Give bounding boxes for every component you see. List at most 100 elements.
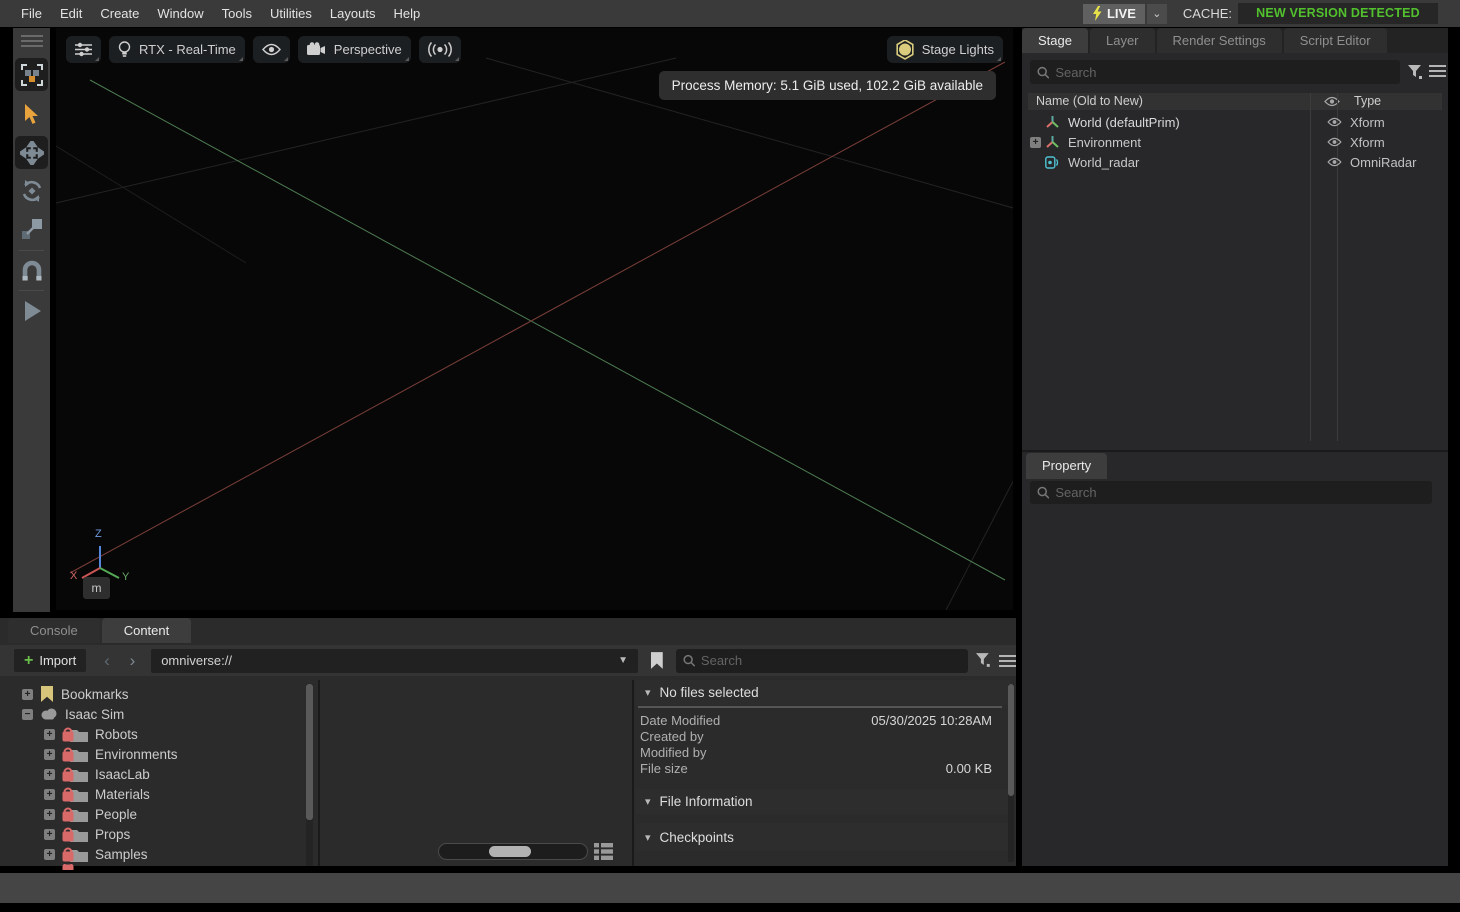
eye-icon[interactable] xyxy=(1327,137,1342,147)
expand-icon[interactable]: + xyxy=(44,749,55,760)
tree-scrollbar[interactable] xyxy=(306,684,313,866)
tree-item-people[interactable]: + People xyxy=(8,804,308,824)
field-value: 05/30/2025 10:28AM xyxy=(871,713,992,728)
menu-item-help[interactable]: Help xyxy=(384,0,429,27)
stage-row-world[interactable]: World (defaultPrim) Xform xyxy=(1028,112,1442,132)
expand-icon[interactable]: + xyxy=(44,769,55,780)
section-label: File Information xyxy=(660,794,753,809)
address-dropdown-icon[interactable]: ▼ xyxy=(618,655,628,666)
tree-item-bookmarks[interactable]: + Bookmarks xyxy=(8,684,308,704)
live-sync-button[interactable]: LIVE xyxy=(1083,4,1145,24)
viewport-3d[interactable]: RTX - Real-Time Perspective xyxy=(56,28,1013,610)
toolbar-drag-handle[interactable] xyxy=(21,35,43,47)
stage-row-environment[interactable]: + Environment Xform xyxy=(1028,132,1442,152)
snap-tool-button[interactable] xyxy=(15,254,48,287)
bookmark-icon[interactable] xyxy=(650,652,664,670)
eye-icon xyxy=(262,43,281,56)
tree-item-environments[interactable]: + Environments xyxy=(8,744,308,764)
menu-item-utilities[interactable]: Utilities xyxy=(261,0,321,27)
content-options-icon[interactable] xyxy=(999,652,1016,670)
tab-script-editor[interactable]: Script Editor xyxy=(1284,28,1387,53)
tab-stage[interactable]: Stage xyxy=(1022,28,1088,53)
content-search[interactable] xyxy=(676,649,969,673)
camera-icon xyxy=(307,42,326,57)
menu-item-tools[interactable]: Tools xyxy=(213,0,261,27)
address-input[interactable] xyxy=(161,653,618,668)
viewport-settings-button[interactable] xyxy=(66,36,101,63)
back-button[interactable]: ‹ xyxy=(94,651,120,671)
stage-row-world-radar[interactable]: World_radar OmniRadar xyxy=(1028,152,1442,172)
rotate-tool-button[interactable] xyxy=(15,174,48,207)
section-checkpoints[interactable]: ▾ Checkpoints xyxy=(636,823,1010,851)
selection-mode-button[interactable] xyxy=(15,58,48,91)
expand-icon[interactable]: + xyxy=(44,829,55,840)
tree-item-isaaclab[interactable]: + IsaacLab xyxy=(8,764,308,784)
tree-item-robots[interactable]: + Robots xyxy=(8,724,308,744)
right-panel: Stage Layer Render Settings Script Edito… xyxy=(1022,28,1448,866)
expand-icon[interactable]: + xyxy=(44,809,55,820)
live-dropdown-button[interactable]: ⌄ xyxy=(1147,4,1167,24)
tab-content[interactable]: Content xyxy=(102,618,192,643)
column-name[interactable]: Name (Old to New) xyxy=(1036,93,1143,110)
menu-item-edit[interactable]: Edit xyxy=(51,0,91,27)
tab-render-settings[interactable]: Render Settings xyxy=(1157,28,1282,53)
axis-gizmo[interactable]: Z X Y m xyxy=(64,528,144,606)
version-notice[interactable]: NEW VERSION DETECTED xyxy=(1238,3,1438,24)
tab-console[interactable]: Console xyxy=(8,618,100,643)
tab-property[interactable]: Property xyxy=(1026,453,1107,479)
field-file-size: File size 0.00 KB xyxy=(636,760,1010,776)
stage-options-icon[interactable] xyxy=(1429,62,1446,80)
camera-selector-button[interactable]: Perspective xyxy=(298,36,411,63)
filter-icon[interactable] xyxy=(1408,65,1423,80)
rotate-icon xyxy=(20,179,44,203)
filter-icon[interactable] xyxy=(976,653,991,668)
details-scrollbar[interactable] xyxy=(1008,684,1014,862)
menu-item-file[interactable]: File xyxy=(12,0,51,27)
eye-icon[interactable] xyxy=(1327,117,1342,127)
tab-layer[interactable]: Layer xyxy=(1090,28,1155,53)
broadcast-button[interactable] xyxy=(419,36,461,63)
tree-item-label: Materials xyxy=(95,787,150,802)
left-toolbar xyxy=(13,28,50,612)
property-search-input[interactable] xyxy=(1055,485,1425,500)
lightbulb-icon xyxy=(118,41,131,58)
visibility-button[interactable] xyxy=(253,36,290,63)
expand-icon[interactable]: + xyxy=(44,849,55,860)
details-header[interactable]: ▾ No files selected xyxy=(636,680,1010,705)
expand-icon[interactable]: + xyxy=(22,689,33,700)
menu-item-window[interactable]: Window xyxy=(148,0,212,27)
expand-icon[interactable]: + xyxy=(44,729,55,740)
scale-tool-button[interactable] xyxy=(15,212,48,245)
move-tool-button[interactable] xyxy=(15,136,48,169)
prim-name: World_radar xyxy=(1068,155,1139,170)
section-file-information[interactable]: ▾ File Information xyxy=(636,789,1010,814)
import-button[interactable]: + Import xyxy=(14,649,86,672)
stage-search[interactable] xyxy=(1030,60,1400,84)
select-tool-button[interactable] xyxy=(15,98,48,131)
grid-view-icon[interactable] xyxy=(594,843,613,860)
expand-icon[interactable]: + xyxy=(1030,137,1041,148)
renderer-selector-button[interactable]: RTX - Real-Time xyxy=(109,36,245,63)
slider-handle[interactable] xyxy=(489,846,531,857)
units-badge[interactable]: m xyxy=(83,577,110,599)
tree-item-samples[interactable]: + Samples xyxy=(8,844,308,864)
tree-item-materials[interactable]: + Materials xyxy=(8,784,308,804)
stage-search-input[interactable] xyxy=(1055,65,1393,80)
tree-item-isaac-sim[interactable]: − Isaac Sim xyxy=(8,704,308,724)
play-button[interactable] xyxy=(15,294,48,327)
tree-item-props[interactable]: + Props xyxy=(8,824,308,844)
eye-icon[interactable] xyxy=(1327,157,1342,167)
menu-item-layouts[interactable]: Layouts xyxy=(321,0,385,27)
forward-button[interactable]: › xyxy=(120,651,146,671)
viewport-grid-axes xyxy=(56,28,1013,610)
content-search-input[interactable] xyxy=(701,653,961,668)
menu-item-create[interactable]: Create xyxy=(91,0,148,27)
property-search[interactable] xyxy=(1030,481,1432,504)
stage-lights-button[interactable]: Stage Lights xyxy=(887,36,1003,63)
address-bar[interactable]: ▼ xyxy=(151,649,638,673)
thumbnail-size-slider[interactable] xyxy=(438,843,588,860)
collapse-icon[interactable]: − xyxy=(22,709,33,720)
column-type[interactable]: Type xyxy=(1354,93,1381,110)
expand-icon[interactable]: + xyxy=(44,789,55,800)
field-value: 0.00 KB xyxy=(946,761,992,776)
